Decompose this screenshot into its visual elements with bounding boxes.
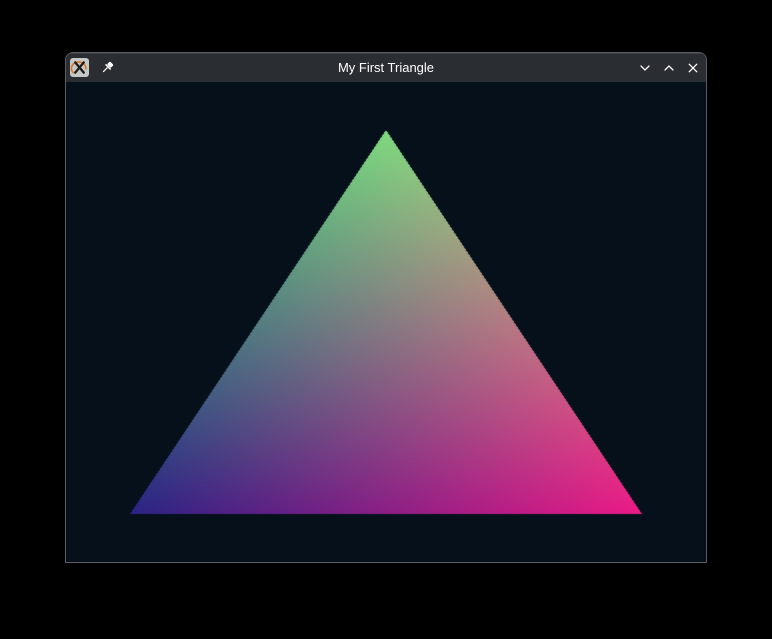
window-titlebar[interactable]: My First Triangle xyxy=(66,53,706,82)
maximize-button[interactable] xyxy=(659,58,679,78)
close-button[interactable] xyxy=(683,58,703,78)
window-controls xyxy=(635,58,706,78)
pin-button[interactable] xyxy=(97,58,117,78)
gl-viewport xyxy=(66,82,706,562)
desktop-background: My First Triangle xyxy=(0,0,772,639)
xorg-logo-glyph xyxy=(70,58,89,77)
titlebar-left-group xyxy=(66,58,117,78)
minimize-button[interactable] xyxy=(635,58,655,78)
app-window: My First Triangle xyxy=(65,52,707,563)
close-icon xyxy=(685,60,701,76)
chevron-up-icon xyxy=(661,60,677,76)
window-title: My First Triangle xyxy=(66,53,706,82)
pin-icon xyxy=(99,60,115,76)
chevron-down-icon xyxy=(637,60,653,76)
xorg-logo-icon[interactable] xyxy=(70,58,89,77)
